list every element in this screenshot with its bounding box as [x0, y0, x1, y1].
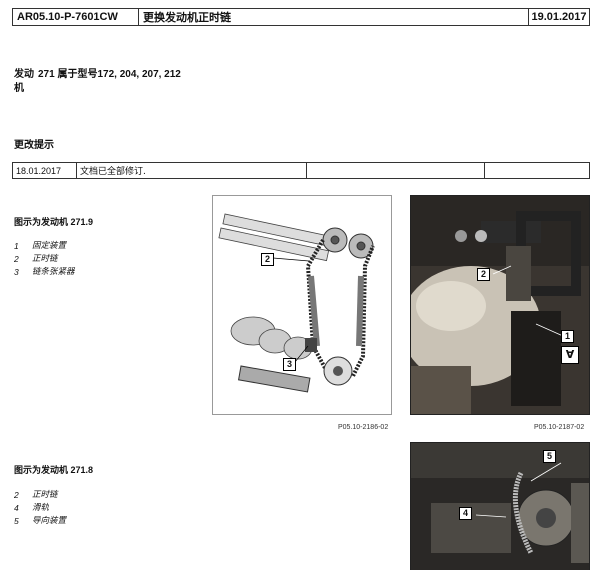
legend-item: 2 正时链 — [14, 490, 58, 500]
changes-title: 更改提示 — [14, 140, 54, 151]
fig1-code: P05.10-2186-02 — [338, 424, 389, 431]
timing-chain-diagram: 2 3 — [212, 195, 392, 415]
change-empty-cell — [485, 163, 589, 178]
fig2-callout: 2 — [477, 268, 490, 281]
section2-legend: 2 正时链 4 滑轨 5 导向装置 — [14, 489, 66, 528]
legend-item: 1 固定装置 — [14, 241, 67, 251]
fixture-photo-drawing — [411, 196, 589, 414]
engine-271-8-photo: 5 4 — [410, 442, 590, 570]
fig1-callout: 2 — [261, 253, 274, 266]
fig1-callout: 3 — [283, 358, 296, 371]
engine-applicability: 发动 271 属于型号172, 204, 207, 212 机 — [14, 68, 181, 96]
section1-legend: 1 固定装置 2 正时链 3 链条张紧器 — [14, 240, 75, 279]
engine-271-8-drawing — [411, 443, 589, 570]
engine-label-cont: 机 — [14, 83, 24, 94]
change-text: 文档已全部修订. — [77, 163, 307, 178]
tool-symbol-icon: Ɐ — [561, 346, 579, 364]
section1-title: 图示为发动机 271.9 — [14, 217, 94, 227]
legend-item: 4 滑轨 — [14, 503, 50, 513]
changes-table: 18.01.2017 文档已全部修订. — [12, 162, 590, 179]
legend-item: 5 导向装置 — [14, 516, 67, 526]
section2-title: 图示为发动机 271.8 — [14, 465, 94, 475]
document-header: AR05.10-P-7601CW 更换发动机正时链 19.01.2017 — [12, 8, 590, 26]
fig2-code: P05.10-2187-02 — [534, 424, 585, 431]
doc-id: AR05.10-P-7601CW — [13, 9, 139, 25]
engine-text: 271 属于型号172, 204, 207, 212 — [38, 69, 181, 80]
change-empty-cell — [307, 163, 485, 178]
timing-chain-drawing — [213, 196, 391, 414]
fig3-callout: 4 — [459, 507, 472, 520]
fig2-callout: 1 — [561, 330, 574, 343]
legend-item: 3 链条张紧器 — [14, 267, 75, 277]
doc-date: 19.01.2017 — [531, 11, 587, 23]
doc-title: 更换发动机正时链 — [139, 9, 529, 25]
change-date: 18.01.2017 — [13, 163, 77, 178]
legend-item: 2 正时链 — [14, 254, 58, 264]
fig3-callout: 5 — [543, 450, 556, 463]
engine-label: 发动 — [14, 69, 34, 80]
fixture-photo: 2 1 Ɐ — [410, 195, 590, 415]
